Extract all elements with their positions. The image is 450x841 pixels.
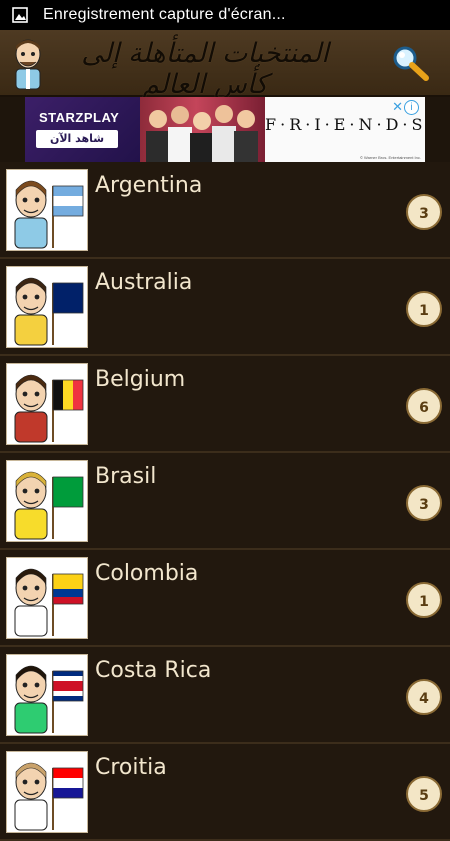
team-name: Colombia xyxy=(95,561,199,586)
team-count-badge: 5 xyxy=(406,776,442,812)
ad-show-title: F·R·I·E·N·D·S xyxy=(265,115,425,134)
search-icon[interactable] xyxy=(388,42,432,86)
page-title: المنتخبات المتأهلة إلى كأس العالم xyxy=(81,38,329,100)
team-row[interactable]: Argentina 3 xyxy=(0,162,450,259)
team-player-icon xyxy=(6,169,88,251)
notification-text: Enregistrement capture d'écran... xyxy=(43,6,286,23)
ad-cast-photo xyxy=(140,97,265,162)
team-row[interactable]: Australia 1 xyxy=(0,259,450,356)
team-count-badge: 6 xyxy=(406,388,442,424)
app-bar: المنتخبات المتأهلة إلى كأس العالم xyxy=(0,30,450,100)
team-count-badge: 1 xyxy=(406,291,442,327)
ad-copyright: © Warner Bros. Entertainment Inc. xyxy=(359,155,421,160)
team-count-badge: 1 xyxy=(406,582,442,618)
status-bar: Enregistrement capture d'écran... xyxy=(0,0,450,30)
team-count-badge: 4 xyxy=(406,679,442,715)
ad-photo-people xyxy=(146,105,258,162)
team-count-badge: 3 xyxy=(406,485,442,521)
image-notification-icon xyxy=(12,7,28,23)
team-row[interactable]: Colombia 1 xyxy=(0,550,450,647)
team-row[interactable]: Belgium 6 xyxy=(0,356,450,453)
team-name: Croitia xyxy=(95,755,167,780)
ad-info-icon[interactable]: i xyxy=(404,100,419,115)
team-player-icon xyxy=(6,557,88,639)
team-name: Costa Rica xyxy=(95,658,212,683)
team-list: Argentina 3 Australia 1 Belgium 6 Brasil 3 Colom… xyxy=(0,162,450,841)
ad-cta-button[interactable]: شاهد الآن xyxy=(36,130,118,148)
team-name: Australia xyxy=(95,270,193,295)
team-count-badge: 3 xyxy=(406,194,442,230)
team-player-icon xyxy=(6,460,88,542)
team-name: Belgium xyxy=(95,367,186,392)
ad-brand-panel: STARZPLAY شاهد الآن xyxy=(25,97,140,162)
team-name: Argentina xyxy=(95,173,203,198)
ad-brand: STARZPLAY xyxy=(39,110,120,125)
team-row[interactable]: Costa Rica 4 xyxy=(0,647,450,744)
team-row[interactable]: Croitia 5 xyxy=(0,744,450,841)
ad-banner[interactable]: STARZPLAY شاهد الآن F·R·I·E·N·D·S © Warn… xyxy=(25,97,425,162)
team-row[interactable]: Brasil 3 xyxy=(0,453,450,550)
player-cartoon-icon xyxy=(15,39,41,90)
team-name: Brasil xyxy=(95,464,157,489)
team-player-icon xyxy=(6,751,88,833)
team-player-icon xyxy=(6,266,88,348)
ad-close-icon[interactable]: ✕ xyxy=(392,99,403,115)
team-player-icon xyxy=(6,654,88,736)
team-player-icon xyxy=(6,363,88,445)
